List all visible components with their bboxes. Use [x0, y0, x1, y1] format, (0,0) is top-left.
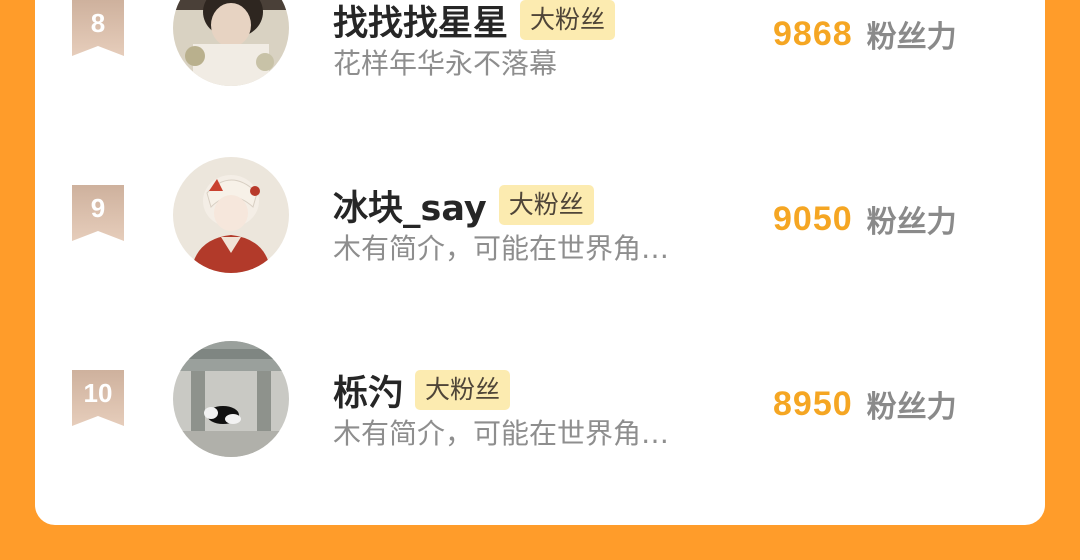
rank-ribbon: 9 — [72, 185, 124, 241]
score-unit: 粉丝力 — [866, 20, 957, 55]
fan-score: 9868 粉丝力 — [773, 10, 957, 58]
list-item[interactable]: 10 栎汋 大粉丝 木有简介，可能在世界角… 8950 粉丝力 — [35, 340, 1045, 490]
list-item[interactable]: 8 找找找星星 大粉丝 花样年华永不落幕 9868 粉丝力 — [35, 0, 1045, 120]
ranking-card: 8 找找找星星 大粉丝 花样年华永不落幕 9868 粉丝力 9 冰块_say 大… — [35, 0, 1045, 525]
rank-ribbon: 8 — [72, 0, 124, 56]
avatar[interactable] — [173, 0, 289, 86]
avatar[interactable] — [173, 157, 289, 273]
score-unit: 粉丝力 — [866, 205, 957, 240]
score-value: 9050 — [773, 199, 853, 238]
name-line: 栎汋 大粉丝 — [333, 365, 511, 416]
fan-level-badge: 大粉丝 — [415, 370, 511, 410]
list-item[interactable]: 9 冰块_say 大粉丝 木有简介，可能在世界角… 9050 粉丝力 — [35, 155, 1045, 305]
rank-number: 9 — [90, 193, 106, 223]
user-bio: 木有简介，可能在世界角… — [333, 417, 670, 450]
rank-number: 10 — [83, 378, 113, 408]
score-unit: 粉丝力 — [866, 390, 957, 425]
user-bio: 花样年华永不落幕 — [333, 47, 558, 80]
score-value: 9868 — [773, 14, 853, 53]
username[interactable]: 冰块_say — [333, 180, 487, 231]
rank-number: 8 — [90, 8, 106, 38]
username[interactable]: 找找找星星 — [333, 0, 508, 46]
rank-ribbon: 10 — [72, 370, 124, 426]
fan-score: 8950 粉丝力 — [773, 380, 957, 428]
score-value: 8950 — [773, 384, 853, 423]
fan-level-badge: 大粉丝 — [498, 185, 594, 225]
avatar[interactable] — [173, 341, 289, 457]
user-bio: 木有简介，可能在世界角… — [333, 232, 670, 265]
name-line: 冰块_say 大粉丝 — [333, 181, 594, 229]
fan-score: 9050 粉丝力 — [773, 195, 957, 243]
fan-level-badge: 大粉丝 — [520, 0, 616, 40]
username[interactable]: 栎汋 — [333, 365, 403, 416]
name-line: 找找找星星 大粉丝 — [333, 0, 616, 46]
